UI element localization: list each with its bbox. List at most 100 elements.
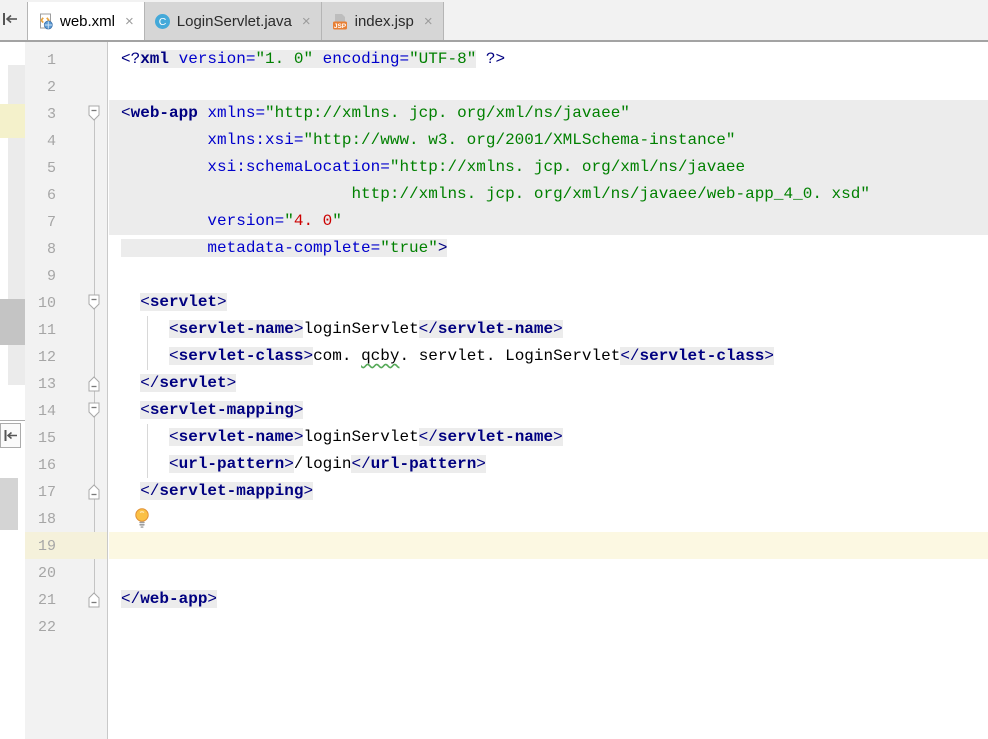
line-number: 19 [37,538,56,555]
code-line[interactable]: <url-pattern>/login</url-pattern> [109,451,988,478]
code-segment: > [207,590,218,608]
line-number: 10 [37,295,56,312]
code-segment: . servlet. LoginServlet [399,347,621,365]
dock-left-icon[interactable] [1,11,19,27]
code-segment: loginServlet [303,428,419,446]
code-segment [169,50,179,68]
code-line[interactable]: <web-app xmlns="http://xmlns. jcp. org/x… [109,100,988,127]
gutter-row: 19 [25,532,107,559]
code-segment: servlet-name [178,428,294,446]
strip-thumb-marker[interactable] [0,299,25,345]
code-segment: web-app [140,590,208,608]
code-segment: > [303,482,314,500]
code-segment: > [303,347,314,365]
code-line[interactable]: </web-app> [109,586,988,613]
line-number: 11 [37,322,56,339]
code-segment: servlet [149,293,218,311]
code-segment [121,239,208,257]
code-line[interactable] [109,532,988,559]
gutter-row: 20 [25,559,107,586]
code-segment: http://xmlns. jcp. org/xml/ns/javaee/web… [351,185,870,203]
code-segment: </ [140,482,160,500]
close-icon[interactable]: × [302,13,311,30]
fold-expand-icon[interactable] [87,590,101,609]
fold-collapse-icon[interactable] [87,293,101,312]
code-segment: ?> [476,50,506,68]
dock-left-button[interactable] [0,423,21,448]
code-segment: > [293,401,304,419]
code-segment: servlet [159,374,227,392]
code-segment: version= [207,212,285,230]
code-segment [313,50,323,68]
code-line[interactable]: <servlet-class>com. qcby. servlet. Login… [109,343,988,370]
gutter-row: 4 [25,127,107,154]
close-icon[interactable]: × [424,13,433,30]
code-line[interactable] [109,73,988,100]
code-line[interactable] [109,559,988,586]
code-segment: > [764,347,774,365]
gutter-row: 11 [25,316,107,343]
tab-web-xml[interactable]: web.xml × [27,2,145,40]
line-number: 20 [37,565,56,582]
gutter-row: 17 [25,478,107,505]
code-segment: > [293,428,304,446]
code-segment: 4. 0 [293,212,333,230]
gutter-row: 22 [25,613,107,640]
code-line[interactable] [109,505,988,532]
code-area[interactable]: <?xml version="1. 0" encoding="UTF-8" ?>… [109,42,988,739]
line-number: 2 [46,79,56,96]
code-segment: > [553,320,563,338]
code-segment: <? [121,50,141,68]
close-icon[interactable]: × [125,13,134,30]
code-segment: > [476,455,486,473]
fold-collapse-icon[interactable] [87,401,101,420]
code-segment: loginServlet [303,320,419,338]
code-line[interactable]: <servlet> [109,289,988,316]
code-segment: > [553,428,563,446]
code-line[interactable]: http://xmlns. jcp. org/xml/ns/javaee/web… [109,181,988,208]
gutter-row: 7 [25,208,107,235]
code-segment: servlet-name [437,320,554,338]
code-line[interactable]: </servlet-mapping> [109,478,988,505]
fold-expand-icon[interactable] [87,374,101,393]
strip-divider [0,420,25,421]
code-line[interactable]: xsi:schemaLocation="http://xmlns. jcp. o… [109,154,988,181]
line-number: 13 [37,376,56,393]
fold-expand-icon[interactable] [87,482,101,501]
ide-window: web.xml × C LoginServlet.java × JSP inde… [0,0,988,739]
tab-label: web.xml [60,12,116,30]
code-segment: < [121,104,131,122]
code-line[interactable]: version="4. 0" [109,208,988,235]
tab-loginservlet-java[interactable]: C LoginServlet.java × [144,2,322,40]
code-line[interactable]: </servlet> [109,370,988,397]
line-number: 14 [37,403,56,420]
editor-tab-bar: web.xml × C LoginServlet.java × JSP inde… [0,0,988,42]
webxml-file-icon [37,13,54,30]
code-line[interactable]: metadata-complete="true"> [109,235,988,262]
line-number: 6 [46,187,56,204]
code-segment: < [169,428,179,446]
svg-text:JSP: JSP [333,22,346,29]
gutter-row: 12 [25,343,107,370]
code-segment: metadata-complete= [207,239,381,257]
code-segment: url-pattern [178,455,285,473]
code-line[interactable]: <servlet-name>loginServlet</servlet-name… [109,316,988,343]
code-line[interactable] [109,262,988,289]
gutter: 1 2 3 4 5 6 7 8 9 10 11 12 13 14 15 16 17 18 19 20 21 22 [25,42,108,739]
code-segment: /login [293,455,352,473]
gutter-row: 9 [25,262,107,289]
code-line[interactable]: <servlet-name>loginServlet</servlet-name… [109,424,988,451]
gutter-row: 13 [25,370,107,397]
intention-lightbulb-icon[interactable] [133,507,151,529]
code-segment: > [226,374,237,392]
code-line[interactable]: <servlet-mapping> [109,397,988,424]
code-line[interactable] [109,613,988,640]
code-segment: xmlns:xsi= [207,131,304,149]
tab-index-jsp[interactable]: JSP index.jsp × [321,2,444,40]
fold-collapse-icon[interactable] [87,104,101,123]
code-line[interactable]: xmlns:xsi="http://www. w3. org/2001/XMLS… [109,127,988,154]
code-line[interactable]: <?xml version="1. 0" encoding="UTF-8" ?> [109,46,988,73]
